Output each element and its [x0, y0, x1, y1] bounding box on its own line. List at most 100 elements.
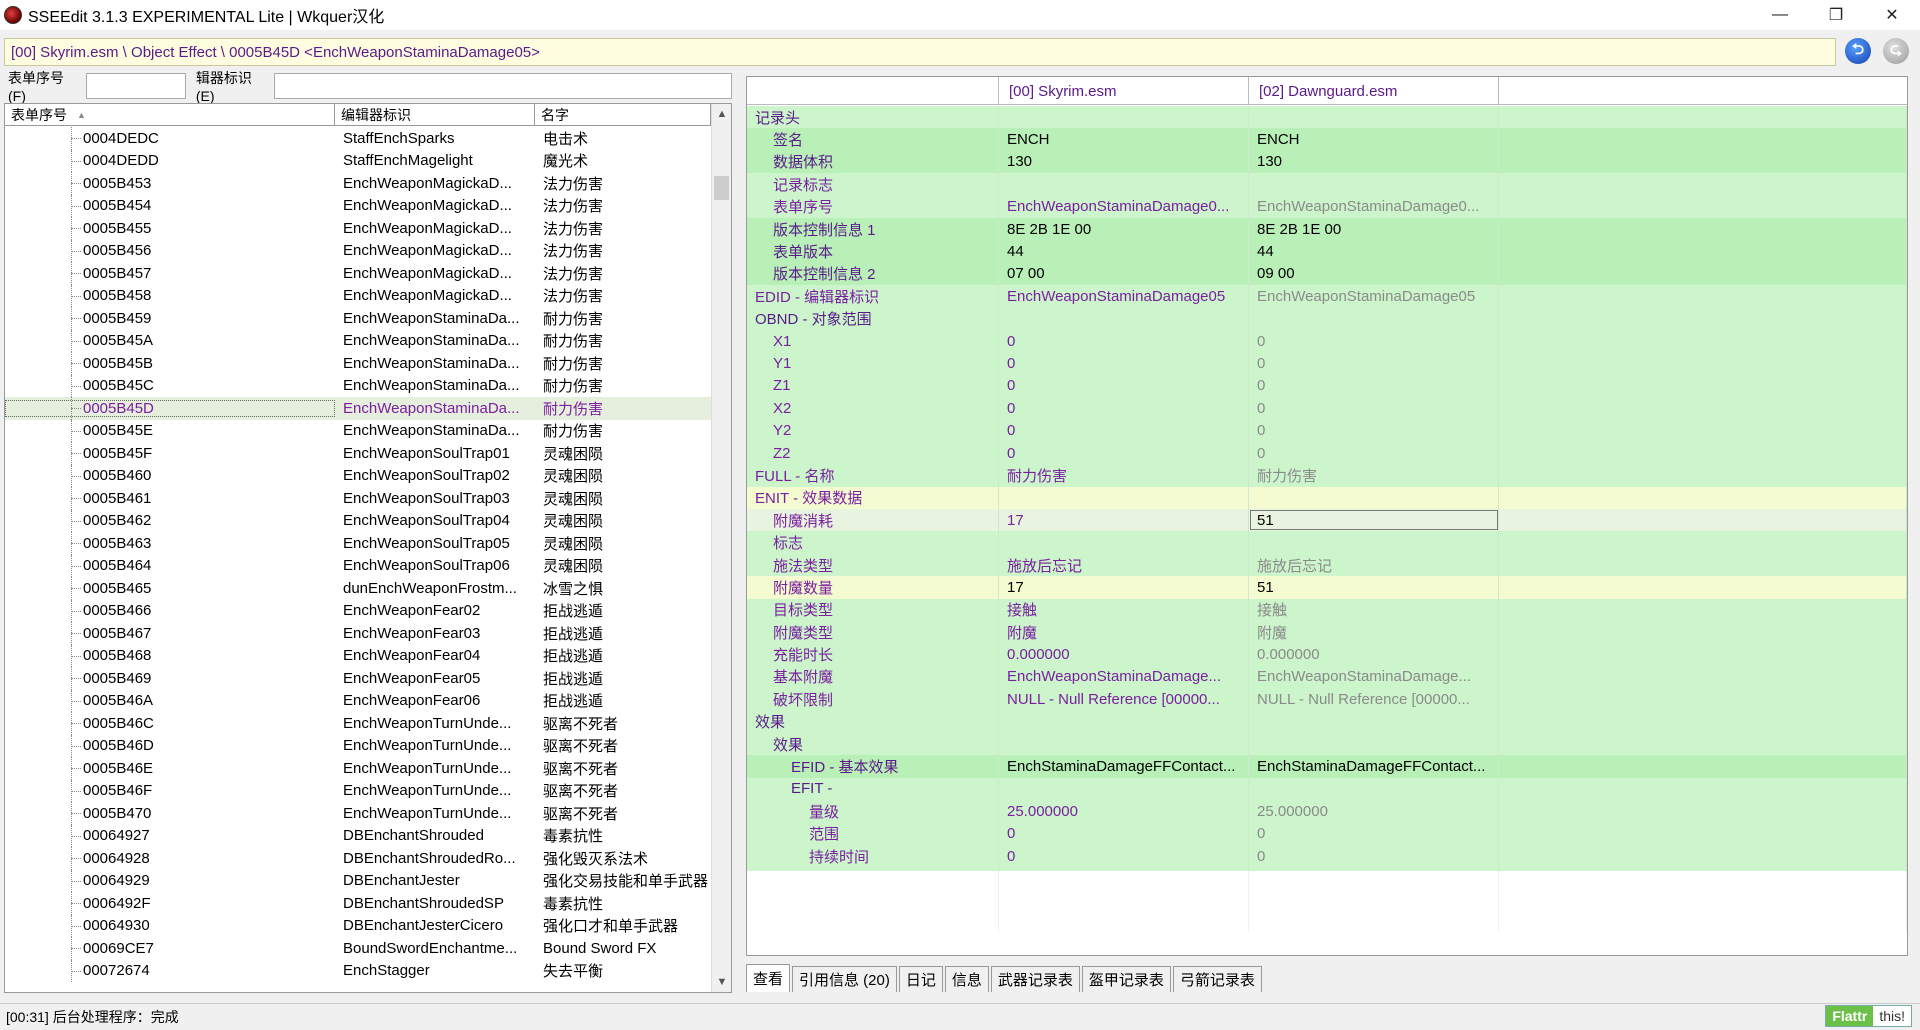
skyrim-value-cell[interactable]: 施放后忘记 [999, 553, 1249, 577]
column-header-name[interactable]: 名字 [535, 104, 711, 126]
dawnguard-value-cell[interactable]: EnchWeaponStaminaDamage05 [1249, 285, 1499, 308]
dawnguard-value-cell[interactable]: 0.000000 [1249, 643, 1499, 666]
skyrim-value-cell[interactable] [999, 173, 1249, 196]
dawnguard-value-cell[interactable]: 09 00 [1249, 262, 1499, 286]
record-list-row[interactable]: 0005B459 EnchWeaponStaminaDa... 耐力伤害 [5, 307, 711, 330]
record-field-row[interactable]: 记录头 [747, 106, 1907, 129]
record-list-row[interactable]: 0005B45C EnchWeaponStaminaDa... 耐力伤害 [5, 374, 711, 397]
dawnguard-value-cell[interactable]: 0 [1249, 441, 1499, 465]
skyrim-value-cell[interactable]: 耐力伤害 [999, 464, 1249, 487]
tab-3[interactable]: 信息 [944, 966, 989, 992]
record-list-row[interactable]: 0005B464 EnchWeaponSoulTrap06 灵魂困陨 [5, 554, 711, 577]
record-field-row[interactable]: 版本控制信息 2 07 00 09 00 [747, 262, 1907, 286]
tab-2[interactable]: 日记 [898, 966, 943, 992]
skyrim-value-cell[interactable]: 0 [999, 844, 1249, 868]
record-field-row[interactable]: Z1 0 0 [747, 374, 1907, 398]
record-field-row[interactable]: FULL - 名称 耐力伤害 耐力伤害 [747, 464, 1907, 487]
record-list-row[interactable]: 0005B470 EnchWeaponTurnUnde... 驱离不死者 [5, 802, 711, 825]
dawnguard-value-cell[interactable]: 130 [1249, 150, 1499, 174]
dawnguard-value-cell[interactable]: EnchStaminaDamageFFContact... [1249, 755, 1499, 778]
dawnguard-value-cell[interactable] [1249, 173, 1499, 196]
dawnguard-value-cell[interactable]: 施放后忘记 [1249, 553, 1499, 577]
skyrim-value-cell[interactable]: 0.000000 [999, 643, 1249, 666]
dawnguard-value-cell[interactable] [1249, 486, 1499, 510]
record-field-row[interactable]: 目标类型 接触 接触 [747, 598, 1907, 621]
dawnguard-value-cell[interactable]: 51 [1249, 576, 1499, 599]
skyrim-value-cell[interactable]: 0 [999, 352, 1249, 375]
record-list-row[interactable]: 0005B457 EnchWeaponMagickaD... 法力伤害 [5, 262, 711, 285]
skyrim-value-cell[interactable] [999, 710, 1249, 733]
skyrim-value-cell[interactable]: EnchWeaponStaminaDamage... [999, 665, 1249, 689]
tab-1[interactable]: 引用信息 (20) [792, 966, 897, 992]
record-field-row[interactable]: 效果 [747, 710, 1907, 733]
record-list-row[interactable]: 00064927 DBEnchantShrouded 毒素抗性 [5, 824, 711, 847]
record-field-row[interactable]: 基本附魔 EnchWeaponStaminaDamage... EnchWeapon… [747, 665, 1907, 689]
record-field-row[interactable]: 量级 25.000000 25.000000 [747, 800, 1907, 823]
dawnguard-value-cell[interactable]: 0 [1249, 374, 1499, 398]
dawnguard-value-cell[interactable]: 0 [1249, 844, 1499, 868]
dawnguard-value-cell[interactable]: 25.000000 [1249, 800, 1499, 823]
record-list-row[interactable]: 0005B455 EnchWeaponMagickaD... 法力伤害 [5, 217, 711, 240]
column-header-formid[interactable]: 表单序号 ▲ [5, 104, 335, 126]
record-list-row[interactable]: 0005B45B EnchWeaponStaminaDa... 耐力伤害 [5, 352, 711, 375]
skyrim-value-cell[interactable]: NULL - Null Reference [00000... [999, 688, 1249, 711]
restore-button[interactable]: ❐ [1808, 0, 1864, 30]
record-list-row[interactable]: 0005B46C EnchWeaponTurnUnde... 驱离不死者 [5, 712, 711, 735]
dawnguard-value-cell[interactable]: EnchWeaponStaminaDamage0... [1249, 195, 1499, 218]
record-list-row[interactable]: 0005B467 EnchWeaponFear03 拒战逃遁 [5, 622, 711, 645]
record-list-scrollbar[interactable]: ▲ ▼ [711, 104, 731, 992]
skyrim-value-cell[interactable]: 130 [999, 150, 1249, 174]
record-field-row[interactable]: Y2 0 0 [747, 419, 1907, 442]
skyrim-value-cell[interactable]: 44 [999, 240, 1249, 263]
dawnguard-value-cell[interactable]: 0 [1249, 329, 1499, 353]
record-list-row[interactable]: 0005B46D EnchWeaponTurnUnde... 驱离不死者 [5, 734, 711, 757]
skyrim-value-cell[interactable]: EnchWeaponStaminaDamage05 [999, 285, 1249, 308]
record-list-row[interactable]: 0005B46A EnchWeaponFear06 拒战逃遁 [5, 689, 711, 712]
record-list-row[interactable]: 00064928 DBEnchantShroudedRo... 强化毁灭系法术 [5, 847, 711, 870]
record-list-row[interactable]: 0004DEDD StaffEnchMagelight 魔光术 [5, 149, 711, 172]
skyrim-value-cell[interactable] [999, 777, 1249, 801]
forward-arrow-icon[interactable]: ⮎ [1883, 38, 1909, 64]
dawnguard-value-cell[interactable]: NULL - Null Reference [00000... [1249, 688, 1499, 711]
record-field-row[interactable]: 附魔消耗 17 51 [747, 509, 1907, 532]
skyrim-value-cell[interactable]: EnchWeaponStaminaDamage0... [999, 195, 1249, 218]
record-list-row[interactable]: 0004DEDC StaffEnchSparks 电击术 [5, 127, 711, 150]
tab-5[interactable]: 盔甲记录表 [1081, 966, 1171, 992]
dawnguard-value-cell[interactable] [1249, 307, 1499, 330]
editorid-filter-input[interactable] [274, 73, 733, 99]
record-list-row[interactable]: 00064930 DBEnchantJesterCicero 强化口才和单手武器 [5, 914, 711, 937]
record-list-row[interactable]: 0005B458 EnchWeaponMagickaD... 法力伤害 [5, 284, 711, 307]
formid-filter-input[interactable] [85, 73, 186, 99]
skyrim-value-cell[interactable] [999, 531, 1249, 554]
record-list-row[interactable]: 00072674 EnchStagger 失去平衡 [5, 959, 711, 982]
skyrim-value-cell[interactable]: 0 [999, 441, 1249, 465]
skyrim-value-cell[interactable]: 0 [999, 329, 1249, 353]
dawnguard-value-cell[interactable] [1249, 531, 1499, 554]
record-list-row[interactable]: 00069CE7 BoundSwordEnchantme... Bound Swor… [5, 937, 711, 960]
record-list-row[interactable]: 0005B460 EnchWeaponSoulTrap02 灵魂困陨 [5, 464, 711, 487]
record-list-row[interactable]: 0005B46E EnchWeaponTurnUnde... 驱离不死者 [5, 757, 711, 780]
record-list-row[interactable]: 0005B468 EnchWeaponFear04 拒战逃遁 [5, 644, 711, 667]
record-list-row[interactable]: 0005B463 EnchWeaponSoulTrap05 灵魂困陨 [5, 532, 711, 555]
dawnguard-value-cell[interactable]: 0 [1249, 822, 1499, 845]
dawnguard-value-cell[interactable] [1249, 732, 1499, 756]
skyrim-value-cell[interactable] [999, 307, 1249, 330]
record-field-row[interactable]: 签名 ENCH ENCH [747, 128, 1907, 151]
skyrim-value-cell[interactable]: 07 00 [999, 262, 1249, 286]
record-path-bar[interactable]: [00] Skyrim.esm \ Object Effect \ 0005B4… [4, 38, 1836, 66]
skyrim-value-cell[interactable] [999, 106, 1249, 129]
record-field-row[interactable]: EDID - 编辑器标识 EnchWeaponStaminaDamage05 Enc… [747, 285, 1907, 308]
skyrim-value-cell[interactable]: 17 [999, 509, 1249, 532]
dawnguard-value-cell[interactable]: 8E 2B 1E 00 [1249, 217, 1499, 241]
record-field-row[interactable]: X2 0 0 [747, 397, 1907, 420]
record-field-row[interactable]: Y1 0 0 [747, 352, 1907, 375]
record-list-row[interactable]: 0005B453 EnchWeaponMagickaD... 法力伤害 [5, 172, 711, 195]
record-list-row[interactable]: 00064929 DBEnchantJester 强化交易技能和单手武器 [5, 869, 711, 892]
panel-splitter[interactable] [736, 72, 742, 994]
record-field-row[interactable]: Z2 0 0 [747, 441, 1907, 465]
record-field-row[interactable]: ENIT - 效果数据 [747, 486, 1907, 510]
record-list-row[interactable]: 0005B461 EnchWeaponSoulTrap03 灵魂困陨 [5, 487, 711, 510]
dawnguard-value-cell[interactable]: 接触 [1249, 598, 1499, 621]
record-field-row[interactable]: 充能时长 0.000000 0.000000 [747, 643, 1907, 666]
record-list-row[interactable]: 0005B466 EnchWeaponFear02 拒战逃遁 [5, 599, 711, 622]
